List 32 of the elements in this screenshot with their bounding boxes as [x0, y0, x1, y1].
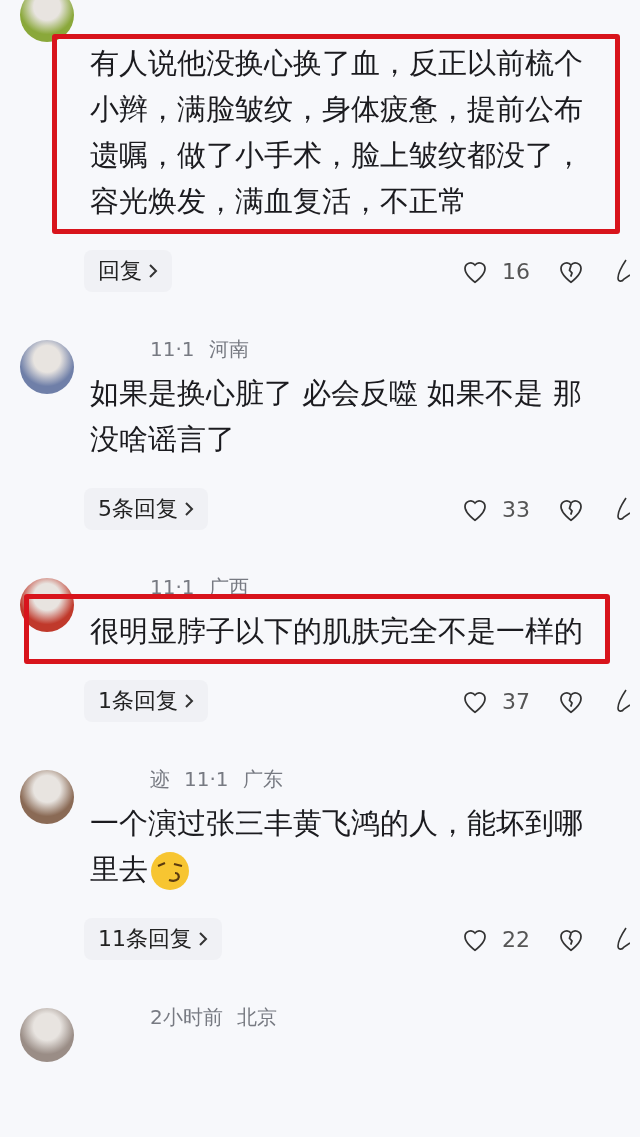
curve-icon[interactable] [616, 258, 630, 284]
curve-icon[interactable] [616, 496, 630, 522]
chevron-right-icon [184, 501, 194, 517]
like-count: 33 [502, 496, 531, 522]
comment-meta: 11·1 [150, 337, 195, 361]
comment-text: 如果是换心脏了 必会反噬 如果不是 那没啥谣言了 [90, 375, 583, 458]
comment-meta: 河南 [208, 335, 249, 363]
curve-icon[interactable] [616, 688, 630, 714]
avatar[interactable] [20, 770, 74, 824]
comment-text: 很明显脖子以下的肌肤完全不是一样的 [90, 613, 584, 650]
comment-meta: 2小时前 [150, 1003, 223, 1031]
avatar[interactable] [20, 1008, 74, 1062]
comment-meta: 广东 [242, 765, 283, 793]
curve-icon[interactable] [616, 926, 630, 952]
comment-meta: 北京 [236, 1003, 277, 1031]
chevron-right-icon [148, 263, 158, 279]
like-count: 37 [502, 688, 531, 714]
replies-button[interactable]: 5条回复 [84, 488, 208, 530]
replies-button[interactable]: 1条回复 [84, 680, 208, 722]
comment-meta: 11·1 [150, 575, 195, 599]
chevron-right-icon [184, 693, 194, 709]
like-count: 22 [502, 926, 531, 952]
comment-text: 一个演过张三丰黄飞鸿的人，能坏到哪里去 [90, 800, 590, 892]
avatar[interactable] [20, 340, 74, 394]
comment-text: 有人说他没换心换了血，反正以前梳个小辫，满脸皱纹，身体疲惫，提前公布遗嘱，做了小手术，脸上皱纹都没了，容光焕发，满血复活，不正常 [90, 45, 584, 220]
replies-button[interactable]: 11条回复 [84, 918, 222, 960]
chevron-right-icon [198, 931, 208, 947]
like-count: 16 [502, 258, 531, 284]
comment-meta: 迹 [150, 765, 170, 793]
replies-button[interactable]: 回复 [84, 250, 172, 292]
avatar[interactable] [20, 0, 74, 42]
comment-meta: 11·1 [184, 767, 229, 791]
